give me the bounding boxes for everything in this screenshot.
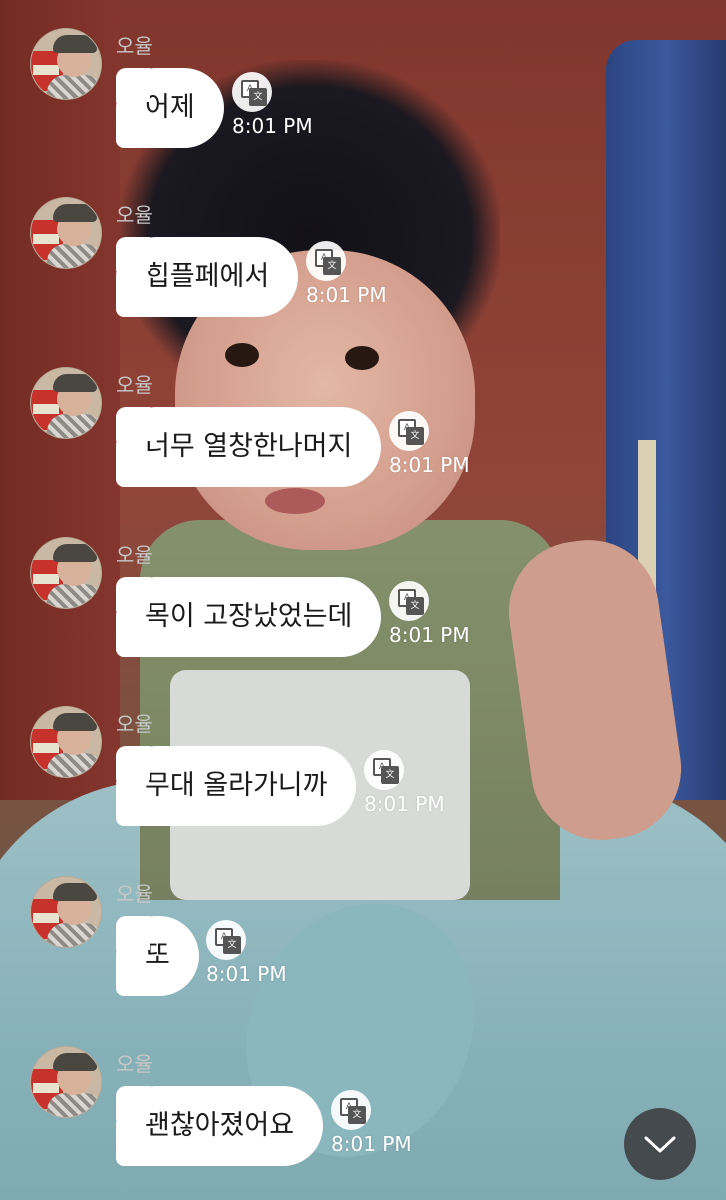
avatar[interactable] — [30, 28, 102, 100]
sender-name: 오율 — [116, 203, 153, 227]
message-bubble[interactable]: 너무 열창한나머지 — [116, 407, 382, 487]
scroll-to-bottom-button[interactable] — [624, 1108, 696, 1180]
chat-message-list[interactable]: 오율 어제 A文 8:01 PM 오율 힙플페에서 A文 8:01 PM 오율 … — [0, 0, 726, 1200]
message-time: 8:01 PM — [232, 114, 313, 138]
translate-icon[interactable]: A文 — [364, 750, 404, 790]
translate-icon[interactable]: A文 — [331, 1090, 371, 1130]
message-time: 8:01 PM — [389, 453, 470, 477]
translate-icon[interactable]: A文 — [206, 920, 246, 960]
translate-icon[interactable]: A文 — [389, 411, 429, 451]
message-bubble[interactable]: 괜찮아졌어요 — [116, 1086, 324, 1166]
message-bubble[interactable]: 무대 올라가니까 — [116, 746, 357, 826]
message-bubble[interactable]: 힙플페에서 — [116, 237, 299, 317]
sender-name: 오율 — [116, 882, 153, 906]
sender-name: 오율 — [116, 1052, 153, 1076]
sender-name: 오율 — [116, 34, 153, 58]
translate-icon[interactable]: A文 — [306, 241, 346, 281]
avatar[interactable] — [30, 876, 102, 948]
message-time: 8:01 PM — [306, 283, 387, 307]
message-time: 8:01 PM — [331, 1132, 412, 1156]
translate-icon[interactable]: A文 — [389, 581, 429, 621]
message-time: 8:01 PM — [206, 962, 287, 986]
message-time: 8:01 PM — [389, 623, 470, 647]
avatar[interactable] — [30, 537, 102, 609]
translate-icon[interactable]: A文 — [232, 72, 272, 112]
sender-name: 오율 — [116, 373, 153, 397]
chevron-down-icon — [644, 1136, 676, 1153]
message-bubble[interactable]: 목이 고장났었는데 — [116, 577, 382, 657]
avatar[interactable] — [30, 706, 102, 778]
sender-name: 오율 — [116, 712, 153, 736]
message-time: 8:01 PM — [364, 792, 445, 816]
avatar[interactable] — [30, 367, 102, 439]
message-bubble[interactable]: 또 — [116, 916, 199, 996]
message-bubble[interactable]: 어제 — [116, 68, 224, 148]
avatar[interactable] — [30, 197, 102, 269]
avatar[interactable] — [30, 1046, 102, 1118]
sender-name: 오율 — [116, 543, 153, 567]
